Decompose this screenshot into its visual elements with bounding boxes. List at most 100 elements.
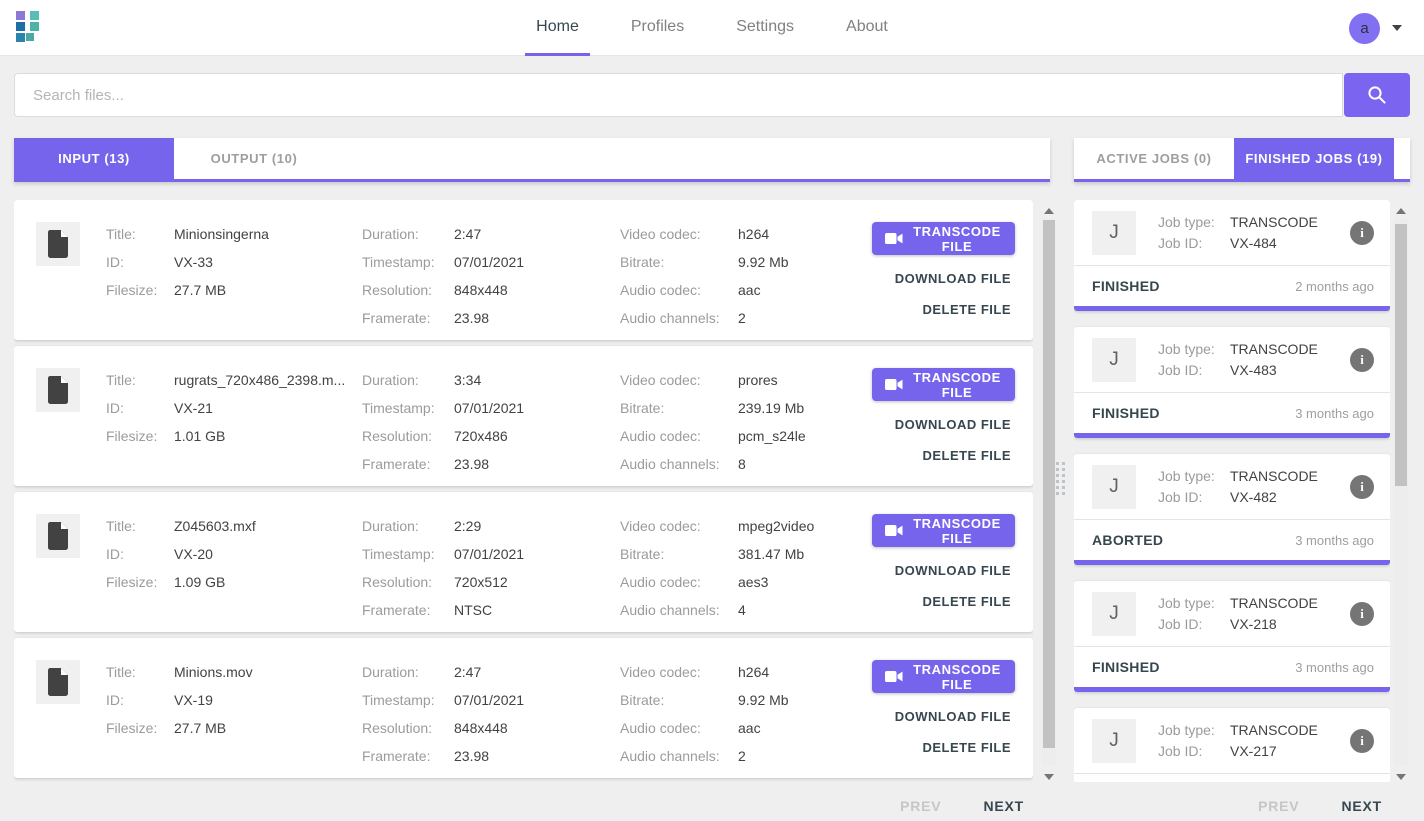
app-root: Home Profiles Settings About a INPUT (13… (0, 0, 1424, 821)
file-time-info: Duration:2:47 Timestamp:07/01/2021 Resol… (362, 658, 620, 778)
job-time-ago: 3 months ago (1295, 660, 1374, 675)
field-label: Duration: (362, 512, 454, 540)
file-filesize: 1.09 GB (174, 568, 225, 596)
job-header: J Job type:TRANSCODE Job ID:VX-483 i (1074, 327, 1390, 393)
transcode-file-button[interactable]: TRANSCODE FILE (872, 660, 1015, 693)
field-label: Filesize: (106, 276, 174, 304)
info-icon[interactable]: i (1350, 729, 1374, 753)
file-main-info: Title:Z045603.mxf ID:VX-20 Filesize:1.09… (106, 512, 362, 632)
file-main-info: Title:rugrats_720x486_2398.m... ID:VX-21… (106, 366, 362, 486)
download-file-button[interactable]: DOWNLOAD FILE (891, 271, 1015, 286)
download-file-button[interactable]: DOWNLOAD FILE (891, 417, 1015, 432)
file-video-codec: mpeg2video (738, 512, 814, 540)
info-icon[interactable]: i (1350, 348, 1374, 372)
field-label: Audio channels: (620, 450, 738, 478)
file-list: Title:Minionsingerna ID:VX-33 Filesize:2… (14, 200, 1033, 782)
job-header: J Job type:TRANSCODE Job ID:VX-218 i (1074, 581, 1390, 647)
user-menu: a (1349, 0, 1402, 56)
field-label: Job ID: (1158, 360, 1230, 381)
job-status-row: FINISHED 2 months ago (1074, 266, 1390, 306)
field-label: Title: (106, 366, 174, 394)
chevron-down-icon[interactable] (1392, 25, 1402, 31)
file-resolution: 720x512 (454, 568, 508, 596)
file-codec-info: Video codec:h264 Bitrate:9.92 Mb Audio c… (620, 220, 872, 340)
nav-about[interactable]: About (824, 0, 910, 56)
file-bitrate: 239.19 Mb (738, 394, 804, 422)
files-next-button[interactable]: NEXT (969, 794, 1038, 818)
tab-active-jobs[interactable]: ACTIVE JOBS (0) (1074, 138, 1234, 179)
jobs-prev-button[interactable]: PREV (1244, 794, 1313, 818)
scrollbar-thumb[interactable] (1395, 224, 1407, 486)
scroll-up-icon[interactable] (1044, 208, 1054, 214)
jobs-pagination: PREV NEXT (1074, 792, 1396, 820)
tab-input[interactable]: INPUT (13) (14, 138, 174, 179)
info-icon[interactable]: i (1350, 602, 1374, 626)
file-framerate: 23.98 (454, 742, 489, 770)
field-label: Job type: (1158, 339, 1230, 360)
delete-file-button[interactable]: DELETE FILE (918, 448, 1015, 463)
field-label: Audio channels: (620, 596, 738, 624)
job-status-row: FINISHED 3 months ago (1074, 647, 1390, 687)
file-icon (36, 514, 80, 558)
field-label: Audio codec: (620, 422, 738, 450)
field-label: Audio codec: (620, 568, 738, 596)
delete-file-button[interactable]: DELETE FILE (918, 302, 1015, 317)
job-avatar: J (1092, 211, 1136, 255)
search-icon (1366, 84, 1388, 106)
file-bitrate: 9.92 Mb (738, 248, 789, 276)
file-resolution: 720x486 (454, 422, 508, 450)
field-label: Video codec: (620, 658, 738, 686)
job-status-row: ABORTED 3 months ago (1074, 520, 1390, 560)
field-label: Audio channels: (620, 304, 738, 332)
nav-profiles[interactable]: Profiles (609, 0, 706, 56)
file-actions: TRANSCODE FILE DOWNLOAD FILE DELETE FILE (872, 366, 1015, 486)
field-label: Resolution: (362, 714, 454, 742)
user-avatar[interactable]: a (1349, 13, 1380, 44)
job-progress-bar (1074, 433, 1390, 438)
info-icon[interactable]: i (1350, 221, 1374, 245)
job-progress-bar (1074, 306, 1390, 311)
delete-file-button[interactable]: DELETE FILE (918, 594, 1015, 609)
files-scrollbar[interactable] (1042, 202, 1056, 782)
file-filesize: 27.7 MB (174, 714, 226, 742)
file-title: Minions.mov (174, 658, 253, 686)
jobs-next-button[interactable]: NEXT (1327, 794, 1396, 818)
scroll-down-icon[interactable] (1396, 774, 1406, 780)
file-id: VX-20 (174, 540, 213, 568)
file-id: VX-21 (174, 394, 213, 422)
field-label: Title: (106, 220, 174, 248)
job-card: J Job type:TRANSCODE Job ID:VX-218 i FIN… (1074, 581, 1390, 692)
job-id: VX-483 (1230, 360, 1277, 381)
field-label: Filesize: (106, 714, 174, 742)
scroll-down-icon[interactable] (1044, 774, 1054, 780)
tab-output[interactable]: OUTPUT (10) (174, 138, 334, 179)
file-audio-channels: 4 (738, 596, 746, 624)
job-status: ABORTED (1092, 532, 1163, 548)
job-avatar: J (1092, 719, 1136, 763)
field-label: Job type: (1158, 212, 1230, 233)
transcode-file-button[interactable]: TRANSCODE FILE (872, 368, 1015, 401)
scroll-up-icon[interactable] (1396, 208, 1406, 214)
scrollbar-thumb[interactable] (1043, 220, 1055, 748)
delete-file-button[interactable]: DELETE FILE (918, 740, 1015, 755)
nav-home[interactable]: Home (514, 0, 601, 56)
file-video-codec: h264 (738, 658, 769, 686)
nav-settings[interactable]: Settings (714, 0, 816, 56)
search-input[interactable] (14, 73, 1343, 117)
tab-finished-jobs[interactable]: FINISHED JOBS (19) (1234, 138, 1394, 179)
job-info: Job type:TRANSCODE Job ID:VX-484 (1158, 212, 1350, 254)
panel-resize-handle[interactable] (1056, 462, 1065, 502)
file-time-info: Duration:2:29 Timestamp:07/01/2021 Resol… (362, 512, 620, 632)
download-file-button[interactable]: DOWNLOAD FILE (891, 709, 1015, 724)
job-type: TRANSCODE (1230, 466, 1318, 487)
field-label: Duration: (362, 366, 454, 394)
jobs-scrollbar[interactable] (1394, 202, 1408, 782)
job-header: J Job type:TRANSCODE Job ID:VX-482 i (1074, 454, 1390, 520)
info-icon[interactable]: i (1350, 475, 1374, 499)
download-file-button[interactable]: DOWNLOAD FILE (891, 563, 1015, 578)
transcode-file-button[interactable]: TRANSCODE FILE (872, 514, 1015, 547)
files-prev-button[interactable]: PREV (886, 794, 955, 818)
search-button[interactable] (1344, 73, 1410, 117)
file-card: Title:Minionsingerna ID:VX-33 Filesize:2… (14, 200, 1033, 340)
transcode-file-button[interactable]: TRANSCODE FILE (872, 222, 1015, 255)
